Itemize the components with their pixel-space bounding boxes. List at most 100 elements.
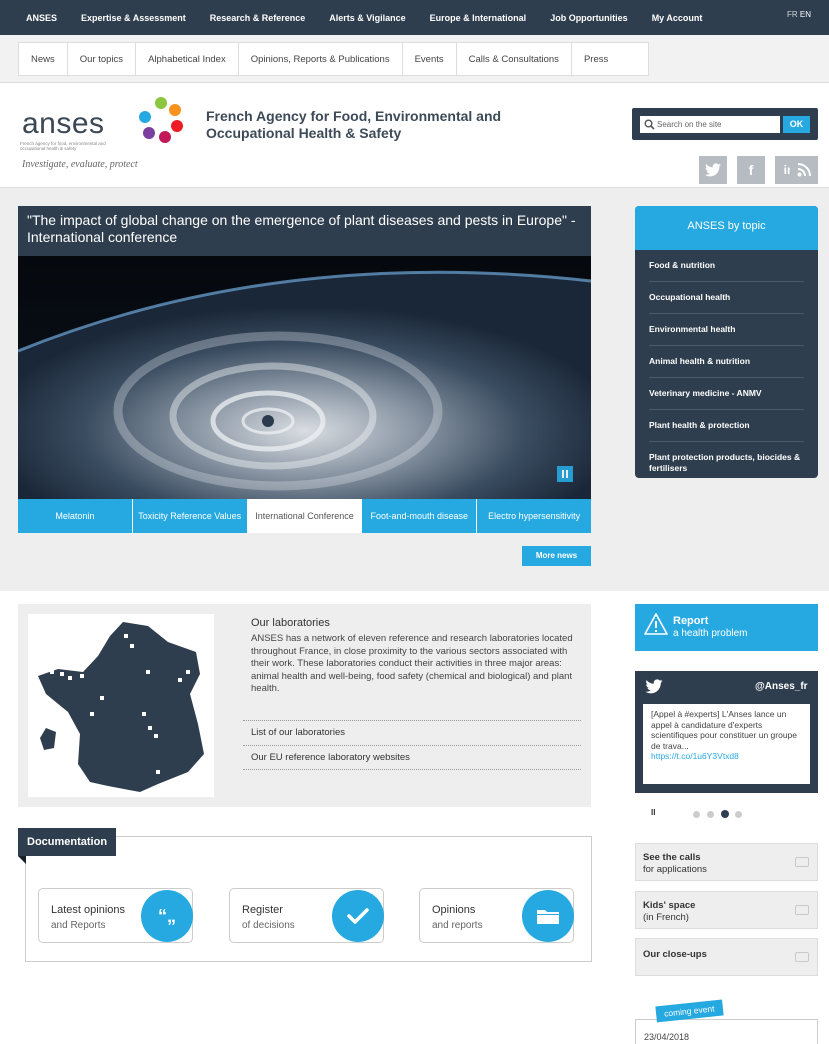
nav-opinions-reports[interactable]: Opinions, Reports & Publications <box>239 43 403 75</box>
carousel-dot[interactable] <box>707 811 714 818</box>
tweet-text: [Appel à #experts] L'Anses lance un appe… <box>651 709 798 751</box>
see-calls-box[interactable]: See the calls for applications <box>635 843 818 881</box>
top-nav-jobs[interactable]: Job Opportunities <box>538 13 640 23</box>
top-navigation: ANSES Expertise & Assessment Research & … <box>0 0 829 35</box>
side-box-title: Our close-ups <box>643 949 707 960</box>
carousel-pause-button[interactable]: II <box>651 808 655 817</box>
carousel-dot-active[interactable] <box>721 810 729 818</box>
more-news-button[interactable]: More news <box>522 546 591 566</box>
twitter-widget: @Anses_fr [Appel à #experts] L'Anses lan… <box>635 671 818 793</box>
search-input[interactable]: Search on the site <box>640 116 780 133</box>
logo-subtitle: French agency for food, environmental an… <box>20 141 106 151</box>
tweet-body: [Appel à #experts] L'Anses lance un appe… <box>643 704 810 784</box>
hero-tab-international-conference[interactable]: International Conference <box>247 499 363 533</box>
nav-alphabetical-index[interactable]: Alphabetical Index <box>136 43 239 75</box>
topic-animal-health[interactable]: Animal health & nutrition <box>649 346 804 378</box>
site-header: anses French agency for food, environmen… <box>0 83 829 188</box>
hero-tab-foot-and-mouth[interactable]: Foot-and-mouth disease <box>362 499 478 533</box>
topic-food-nutrition[interactable]: Food & nutrition <box>649 250 804 282</box>
latest-opinions-card[interactable]: Latest opinions and Reports “„ <box>38 888 193 943</box>
laboratories-description: ANSES has a network of eleven reference … <box>251 633 573 694</box>
card-subtitle: and Reports <box>51 920 106 931</box>
twitter-icon[interactable] <box>699 156 727 184</box>
report-line2: a health problem <box>673 628 748 639</box>
slider-pause-button[interactable] <box>557 466 573 482</box>
arrow-icon <box>795 905 809 915</box>
card-title: Latest opinions <box>51 904 125 916</box>
nav-calls-consultations[interactable]: Calls & Consultations <box>457 43 572 75</box>
documentation-title: Documentation <box>18 828 117 856</box>
organization-name: French Agency for Food, Environmental an… <box>206 108 502 141</box>
nav-news[interactable]: News <box>19 43 68 75</box>
report-line1: Report <box>673 615 709 627</box>
top-nav-account[interactable]: My Account <box>640 13 715 23</box>
hero-slider: "The impact of global change on the emer… <box>18 206 591 533</box>
lang-fr-link[interactable]: FR <box>787 10 798 19</box>
nav-press[interactable]: Press <box>572 43 648 75</box>
language-switcher: FR EN <box>787 10 811 19</box>
top-nav-alerts[interactable]: Alerts & Vigilance <box>317 13 417 23</box>
checkmark-icon <box>332 890 384 942</box>
carousel-dot[interactable] <box>735 811 742 818</box>
carousel-dot[interactable] <box>693 811 700 818</box>
search-icon <box>644 119 655 130</box>
secondary-navigation: News Our topics Alphabetical Index Opini… <box>0 35 829 83</box>
facebook-icon[interactable]: f <box>737 156 765 184</box>
top-nav-expertise[interactable]: Expertise & Assessment <box>69 13 198 23</box>
twitter-handle[interactable]: @Anses_fr <box>755 681 808 692</box>
hero-tabs: Melatonin Toxicity Reference Values Inte… <box>18 499 591 533</box>
opinions-reports-card[interactable]: Opinions and reports <box>419 888 574 943</box>
topic-veterinary-medicine[interactable]: Veterinary medicine - ANMV <box>649 378 804 410</box>
folder-icon <box>522 890 574 942</box>
lang-en-link[interactable]: EN <box>800 10 811 19</box>
topic-environmental-health[interactable]: Environmental health <box>649 314 804 346</box>
eu-reference-labs-link[interactable]: Our EU reference laboratory websites <box>243 745 581 770</box>
coming-event-box[interactable]: 23/04/2018 <box>635 1019 818 1044</box>
arrow-icon <box>795 857 809 867</box>
topic-plant-health[interactable]: Plant health & protection <box>649 410 804 442</box>
nav-events[interactable]: Events <box>403 43 457 75</box>
twitter-bird-icon <box>645 679 663 694</box>
card-title: Opinions <box>432 904 476 916</box>
top-nav-research[interactable]: Research & Reference <box>198 13 318 23</box>
card-subtitle: and reports <box>432 920 483 931</box>
topic-occupational-health[interactable]: Occupational health <box>649 282 804 314</box>
hero-title[interactable]: "The impact of global change on the emer… <box>27 212 582 246</box>
logo-text[interactable]: anses <box>22 107 105 141</box>
close-ups-box[interactable]: Our close-ups <box>635 938 818 976</box>
topics-title: ANSES by topic <box>635 206 818 250</box>
report-health-problem-button[interactable]: Report a health problem <box>635 604 818 651</box>
card-title: Register <box>242 904 283 916</box>
logo-tagline: Investigate, evaluate, protect <box>22 159 138 170</box>
topic-plant-protection-products[interactable]: Plant protection products, biocides & fe… <box>649 442 804 484</box>
search-placeholder: Search on the site <box>657 120 722 129</box>
card-subtitle: of decisions <box>242 920 295 931</box>
top-nav-europe[interactable]: Europe & International <box>418 13 539 23</box>
top-nav-anses[interactable]: ANSES <box>0 13 69 23</box>
laboratories-title[interactable]: Our laboratories <box>251 617 330 629</box>
rss-icon[interactable] <box>790 156 818 184</box>
tweet-link[interactable]: https://t.co/1u6Y3Vtxd8 <box>651 751 802 762</box>
hero-tab-toxicity[interactable]: Toxicity Reference Values <box>132 499 248 533</box>
event-date: 23/04/2018 <box>644 1032 690 1042</box>
arrow-icon <box>795 952 809 962</box>
kids-space-box[interactable]: Kids' space (in French) <box>635 891 818 929</box>
warning-icon <box>644 613 668 635</box>
register-decisions-card[interactable]: Register of decisions <box>229 888 384 943</box>
france-map[interactable] <box>28 614 214 797</box>
search-button[interactable]: OK <box>783 116 810 133</box>
carousel-controls: II <box>649 808 769 820</box>
side-box-title: Kids' space <box>643 900 696 911</box>
nav-our-topics[interactable]: Our topics <box>68 43 137 75</box>
hero-tab-melatonin[interactable]: Melatonin <box>18 499 133 533</box>
search-form: Search on the site OK <box>632 108 818 140</box>
topics-panel: ANSES by topic Food & nutrition Occupati… <box>635 206 818 478</box>
side-box-title: See the calls <box>643 852 701 863</box>
list-laboratories-link[interactable]: List of our laboratories <box>243 720 581 744</box>
hero-image-earth[interactable] <box>18 256 591 499</box>
quote-icon: “„ <box>141 890 193 942</box>
laboratories-section: Our laboratories ANSES has a network of … <box>18 604 591 807</box>
side-box-subtitle: (in French) <box>643 912 689 923</box>
tab-fold <box>18 856 26 864</box>
hero-tab-electro[interactable]: Electro hypersensitivity <box>477 499 591 533</box>
